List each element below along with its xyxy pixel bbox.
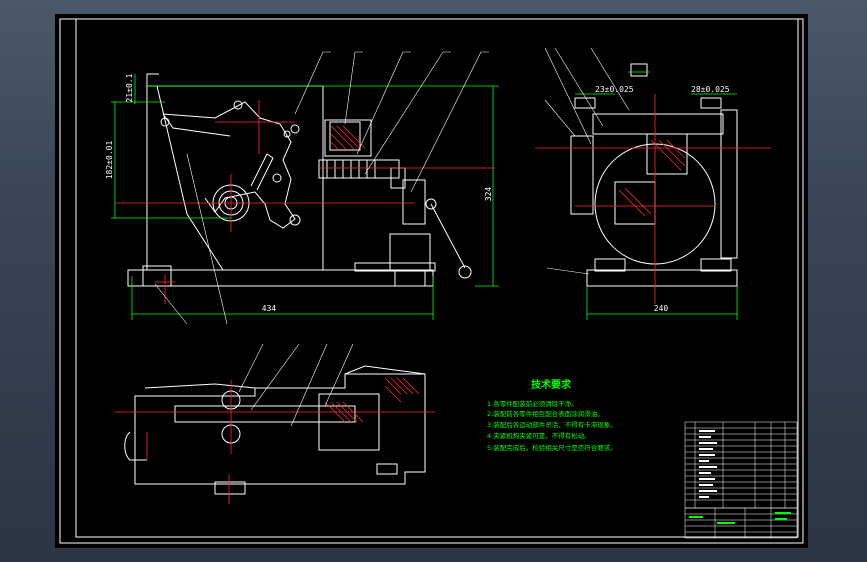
body-rib — [156, 85, 224, 271]
side-leader-5 — [546, 267, 590, 275]
side-base — [586, 269, 738, 287]
section-nut — [376, 463, 398, 475]
pin-top — [233, 100, 243, 110]
pl-mark-5 — [699, 454, 715, 456]
section-hook — [124, 431, 147, 461]
side-bolt-r — [700, 97, 722, 109]
side-foot-r — [700, 258, 732, 272]
front-dimensions — [111, 74, 499, 320]
dim-ext-length — [131, 276, 434, 320]
parts-list — [684, 421, 798, 509]
pl-mark-6 — [699, 460, 709, 462]
pl-mark-7 — [699, 466, 717, 468]
dim-240-text: 240 — [654, 304, 669, 313]
side-label-box — [630, 63, 648, 77]
dim-28-text: 28±0.025 — [691, 85, 730, 94]
sec-leader-4 — [324, 343, 354, 407]
drawing-sheet: 434 324 182±0.01 21±0.1 240 23±0.025 28±… — [55, 14, 808, 548]
parts-cols — [694, 422, 786, 508]
pl-mark-10 — [699, 484, 713, 486]
pl-mark-12 — [699, 496, 709, 498]
support-block — [389, 233, 431, 271]
tb-mark-2 — [717, 522, 735, 524]
parts-list-frame — [684, 421, 798, 509]
front-body — [146, 85, 324, 271]
section-leaders — [238, 343, 354, 427]
leader-4 — [364, 51, 444, 175]
section-break-top — [144, 383, 256, 389]
leader-7 — [186, 153, 228, 325]
side-leader-4 — [544, 99, 576, 137]
link-rod — [250, 153, 274, 191]
side-foot-l — [594, 258, 626, 272]
inner-border — [75, 18, 799, 538]
dim-length-text: 434 — [262, 304, 277, 313]
tech-req-item-4: 4.夹紧机构夹紧可靠，不得有松动。 — [487, 431, 591, 440]
dim-182-text: 182±0.01 — [105, 141, 114, 180]
leader-6 — [154, 283, 188, 325]
sec-leader-1 — [238, 343, 264, 393]
base-plate — [127, 269, 434, 287]
side-bolt-l — [574, 97, 596, 109]
section-hatch — [115, 377, 435, 504]
pl-mark-3 — [699, 442, 717, 444]
front-leaders — [154, 51, 489, 325]
pl-mark-9 — [699, 478, 715, 480]
thread-marks — [326, 160, 376, 178]
dim-ext-240 — [586, 286, 738, 320]
body-top-corner — [146, 73, 159, 86]
lever-link — [162, 113, 231, 137]
front-view — [127, 73, 472, 287]
pl-mark-1 — [699, 430, 715, 432]
section-rod — [174, 405, 356, 423]
tb-mark-1 — [689, 516, 703, 518]
tech-req-title: 技术要求 — [531, 378, 572, 391]
parts-rows — [685, 427, 797, 501]
tech-req-item-5: 5.装配完成后，检验相关尺寸是否符合要求。 — [487, 443, 617, 452]
section-body — [134, 373, 426, 485]
side-top-bar — [592, 113, 724, 135]
assembly-drawing: 434 324 182±0.01 21±0.1 240 23±0.025 28±… — [59, 18, 804, 544]
tech-req-item-3: 3.装配后各运动部件灵活，不得有卡滞现象。 — [487, 420, 617, 429]
right-foot — [394, 269, 426, 287]
front-hatch — [115, 100, 495, 304]
side-view — [570, 63, 738, 287]
leader-3 — [356, 51, 404, 155]
leader-5 — [410, 51, 482, 193]
handle-bar — [430, 203, 466, 269]
side-leaders — [544, 47, 630, 275]
pl-mark-11 — [699, 490, 717, 492]
side-dimensions — [575, 71, 738, 320]
side-leader-1 — [544, 47, 592, 145]
tb-mark-4 — [775, 518, 787, 520]
cad-viewport: 434 324 182±0.01 21±0.1 240 23±0.025 28±… — [0, 0, 867, 562]
sec-leader-3 — [290, 343, 328, 427]
tech-req-item-1: 1.各零件配装前必须清除干净。 — [487, 399, 578, 408]
pl-mark-4 — [699, 448, 713, 450]
section-view — [124, 365, 426, 495]
side-hatch — [535, 94, 771, 304]
pin-lower — [289, 214, 301, 226]
pl-mark-2 — [699, 436, 711, 438]
section-hatch-lines — [324, 377, 420, 423]
dim-height-text: 324 — [484, 187, 493, 202]
tb-mark-3 — [775, 512, 791, 514]
side-leader-3 — [590, 47, 630, 111]
pl-mark-8 — [699, 472, 711, 474]
dim-21-text: 21±0.1 — [125, 73, 134, 102]
side-block-hatch — [618, 187, 652, 217]
leader-2 — [344, 51, 356, 125]
tech-req-item-2: 2.装配前各零件相互配合表面涂润滑油。 — [487, 409, 604, 418]
pin-upper — [290, 124, 300, 134]
side-center-block — [614, 181, 656, 225]
section-break-right — [344, 365, 426, 375]
leader-1 — [294, 51, 324, 115]
pin-mid — [272, 173, 282, 183]
